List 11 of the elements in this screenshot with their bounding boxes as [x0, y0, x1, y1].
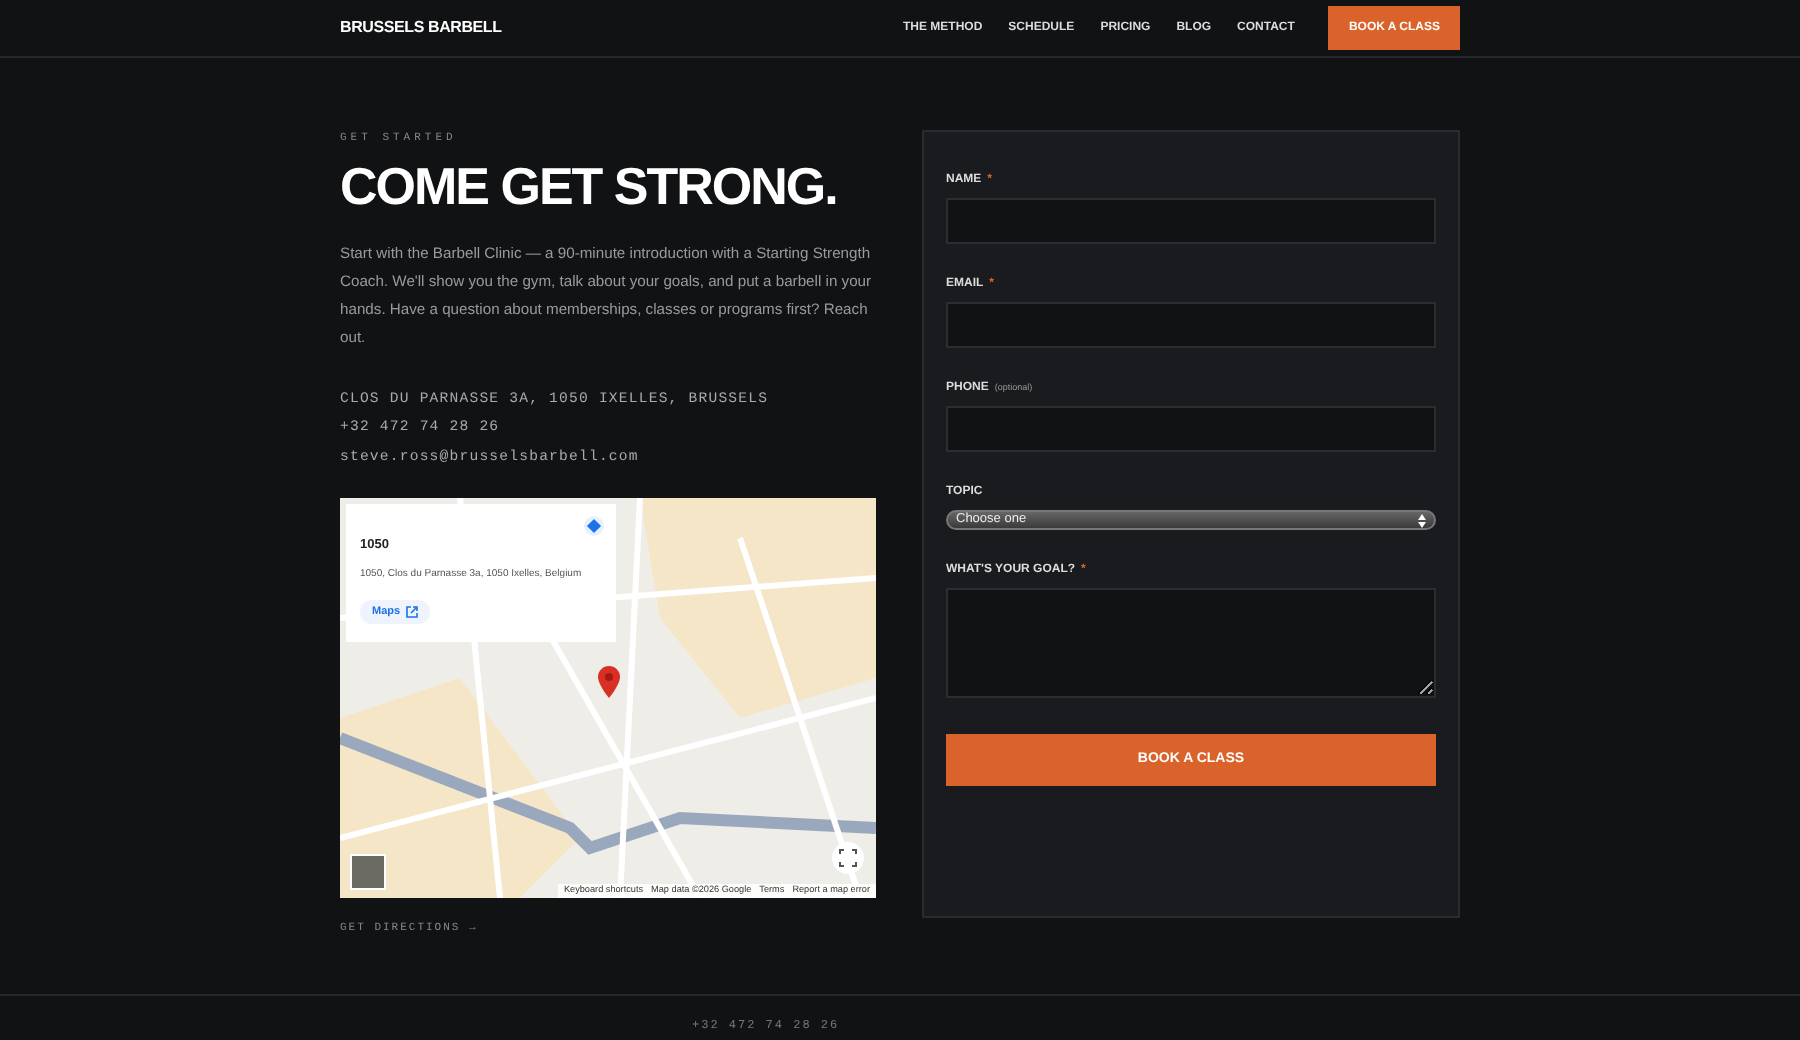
input-field[interactable] [946, 406, 1436, 452]
input-field[interactable] [946, 198, 1436, 244]
directions-icon[interactable] [584, 516, 604, 537]
map-pin-icon[interactable] [598, 666, 620, 699]
external-link-icon [406, 605, 419, 618]
fullscreen-icon[interactable] [832, 842, 864, 875]
page-heading: COME GET STRONG. [340, 158, 839, 216]
satellite-thumbnail[interactable] [350, 854, 386, 891]
select-arrows-icon [1418, 513, 1426, 527]
input-field[interactable] [946, 302, 1436, 348]
brand-logo[interactable]: BRUSSELS BARBELL [340, 16, 502, 40]
